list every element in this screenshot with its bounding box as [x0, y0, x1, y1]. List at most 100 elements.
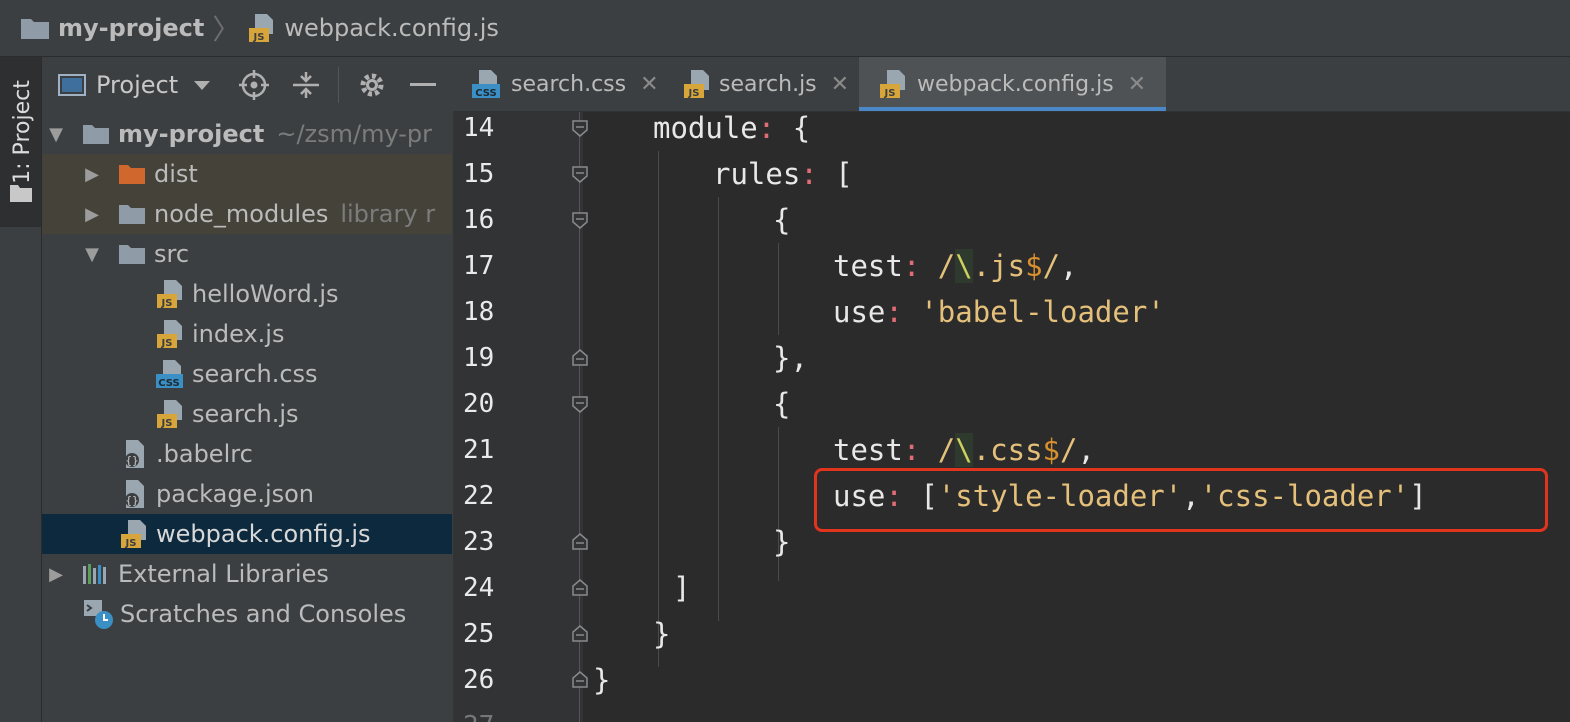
editor-tab-bar: CSS search.css ✕ JS search.js ✕ JS webpa… [453, 57, 1570, 112]
close-icon[interactable]: ✕ [1128, 72, 1146, 97]
breadcrumb-separator: 〉 [212, 13, 241, 46]
project-tool-window-label: 1: Project [9, 80, 35, 184]
js-file-icon: JS [684, 70, 709, 99]
locate-file-button[interactable] [238, 65, 270, 105]
close-icon[interactable]: ✕ [831, 72, 849, 97]
breadcrumb-file[interactable]: JS webpack.config.js [248, 13, 499, 43]
collapsed-arrow-icon: ▶ [85, 203, 99, 225]
fold-close-icon[interactable] [571, 533, 589, 551]
line-number: 14 [463, 113, 495, 143]
tree-item-helloword-js[interactable]: JS helloWord.js [42, 274, 452, 314]
svg-text:JS: JS [161, 418, 173, 429]
fold-open-icon[interactable] [571, 165, 589, 183]
line-number: 19 [463, 343, 495, 373]
tree-item-babelrc[interactable]: {} .babelrc [42, 434, 452, 474]
tab-label: search.css [511, 71, 627, 97]
line-number: 24 [463, 573, 495, 603]
project-view-icon [58, 74, 86, 96]
tree-item-label: src [154, 240, 190, 268]
tree-item-external-libraries[interactable]: ▶ External Libraries [42, 554, 452, 594]
svg-text:CSS: CSS [475, 88, 496, 99]
js-file-icon: JS [154, 400, 186, 429]
fold-close-icon[interactable] [571, 671, 589, 689]
collapse-all-icon [293, 72, 319, 98]
collapsed-arrow-icon: ▶ [49, 563, 63, 585]
project-tool-window-button[interactable]: 1: Project [0, 57, 41, 227]
line-number: 26 [463, 665, 495, 695]
code-line-15: rules: [ [713, 157, 853, 191]
tree-item-label: search.js [192, 400, 299, 428]
close-icon[interactable]: ✕ [640, 72, 658, 97]
js-file-icon: JS [154, 280, 186, 309]
tree-item-search-css[interactable]: CSS search.css [42, 354, 452, 394]
tree-item-label: External Libraries [118, 560, 329, 588]
tree-item-scratches[interactable]: Scratches and Consoles [42, 594, 452, 634]
folder-icon [80, 120, 112, 148]
tree-item-dist[interactable]: ▶ dist [42, 154, 452, 194]
breadcrumb-project[interactable]: my-project [20, 14, 204, 42]
tree-item-search-js[interactable]: JS search.js [42, 394, 452, 434]
breadcrumb-file-label: webpack.config.js [284, 14, 499, 42]
fold-open-icon[interactable] [571, 211, 589, 229]
fold-close-icon[interactable] [571, 349, 589, 367]
tree-item-package-json[interactable]: {} package.json [42, 474, 452, 514]
svg-text:JS: JS [161, 298, 173, 309]
tree-item-my-project[interactable]: ▼ my-project ~/zsm/my-pr [42, 114, 452, 154]
code-line-18: use: 'babel-loader' [833, 295, 1165, 329]
svg-text:JS: JS [253, 32, 265, 43]
crosshair-icon [239, 70, 269, 100]
fold-close-icon[interactable] [571, 579, 589, 597]
settings-button[interactable] [357, 65, 387, 105]
svg-text:JS: JS [688, 88, 700, 99]
tree-item-path-hint: ~/zsm/my-pr [276, 120, 433, 148]
excluded-folder-icon [116, 160, 148, 188]
tree-item-label: my-project [118, 120, 265, 148]
fold-open-icon[interactable] [571, 395, 589, 413]
tab-webpack-config-js[interactable]: JS webpack.config.js ✕ [859, 57, 1167, 111]
collapse-all-button[interactable] [291, 65, 321, 105]
line-number: 15 [463, 159, 495, 189]
tree-item-label: helloWord.js [192, 280, 339, 308]
tree-item-label: Scratches and Consoles [120, 600, 407, 628]
folder-icon [116, 240, 148, 268]
tree-item-label: package.json [156, 480, 315, 508]
code-line-17: test: / \ .js $ /, [833, 249, 1078, 283]
css-file-icon: CSS [472, 70, 500, 99]
hide-panel-button[interactable] [410, 65, 436, 105]
svg-text:{}: {} [125, 494, 138, 507]
tree-item-index-js[interactable]: JS index.js [42, 314, 452, 354]
tab-search-css[interactable]: CSS search.css ✕ [471, 57, 659, 111]
chevron-down-icon [194, 81, 211, 90]
tree-item-webpack-config-js[interactable]: JS webpack.config.js [42, 514, 452, 554]
tab-label: webpack.config.js [917, 71, 1114, 97]
fold-open-icon[interactable] [571, 119, 589, 137]
tree-item-hint: library r [340, 200, 436, 228]
project-panel-header: Project [42, 57, 452, 113]
line-number: 20 [463, 389, 495, 419]
line-number: 16 [463, 205, 495, 235]
tree-item-node-modules[interactable]: ▶ node_modules library r [42, 194, 452, 234]
view-selector[interactable]: Project [58, 65, 212, 105]
line-number: 25 [463, 619, 495, 649]
js-file-icon: JS [154, 320, 186, 349]
header-divider [338, 67, 339, 103]
css-file-icon: CSS [154, 360, 186, 389]
tab-search-js[interactable]: JS search.js ✕ [683, 57, 849, 111]
code-line-24: ] [673, 571, 691, 605]
js-file-icon: JS [118, 520, 150, 549]
gear-icon [360, 73, 384, 97]
scratches-icon [82, 600, 114, 629]
tree-item-label: .babelrc [156, 440, 253, 468]
tree-item-label: node_modules [154, 200, 329, 228]
tree-item-src[interactable]: ▼ src [42, 234, 452, 274]
line-number: 18 [463, 297, 495, 327]
js-file-icon: JS [880, 70, 905, 99]
fold-close-icon[interactable] [571, 625, 589, 643]
minimize-icon [410, 83, 436, 86]
code-line-23: } [773, 525, 791, 559]
highlight-annotation-box [814, 468, 1548, 532]
svg-text:{}: {} [125, 454, 138, 467]
expanded-arrow-icon: ▼ [49, 123, 63, 145]
code-area[interactable]: 14 15 16 17 18 19 20 21 22 23 24 25 26 2… [453, 111, 1570, 722]
code-line-19: }, [773, 341, 808, 375]
